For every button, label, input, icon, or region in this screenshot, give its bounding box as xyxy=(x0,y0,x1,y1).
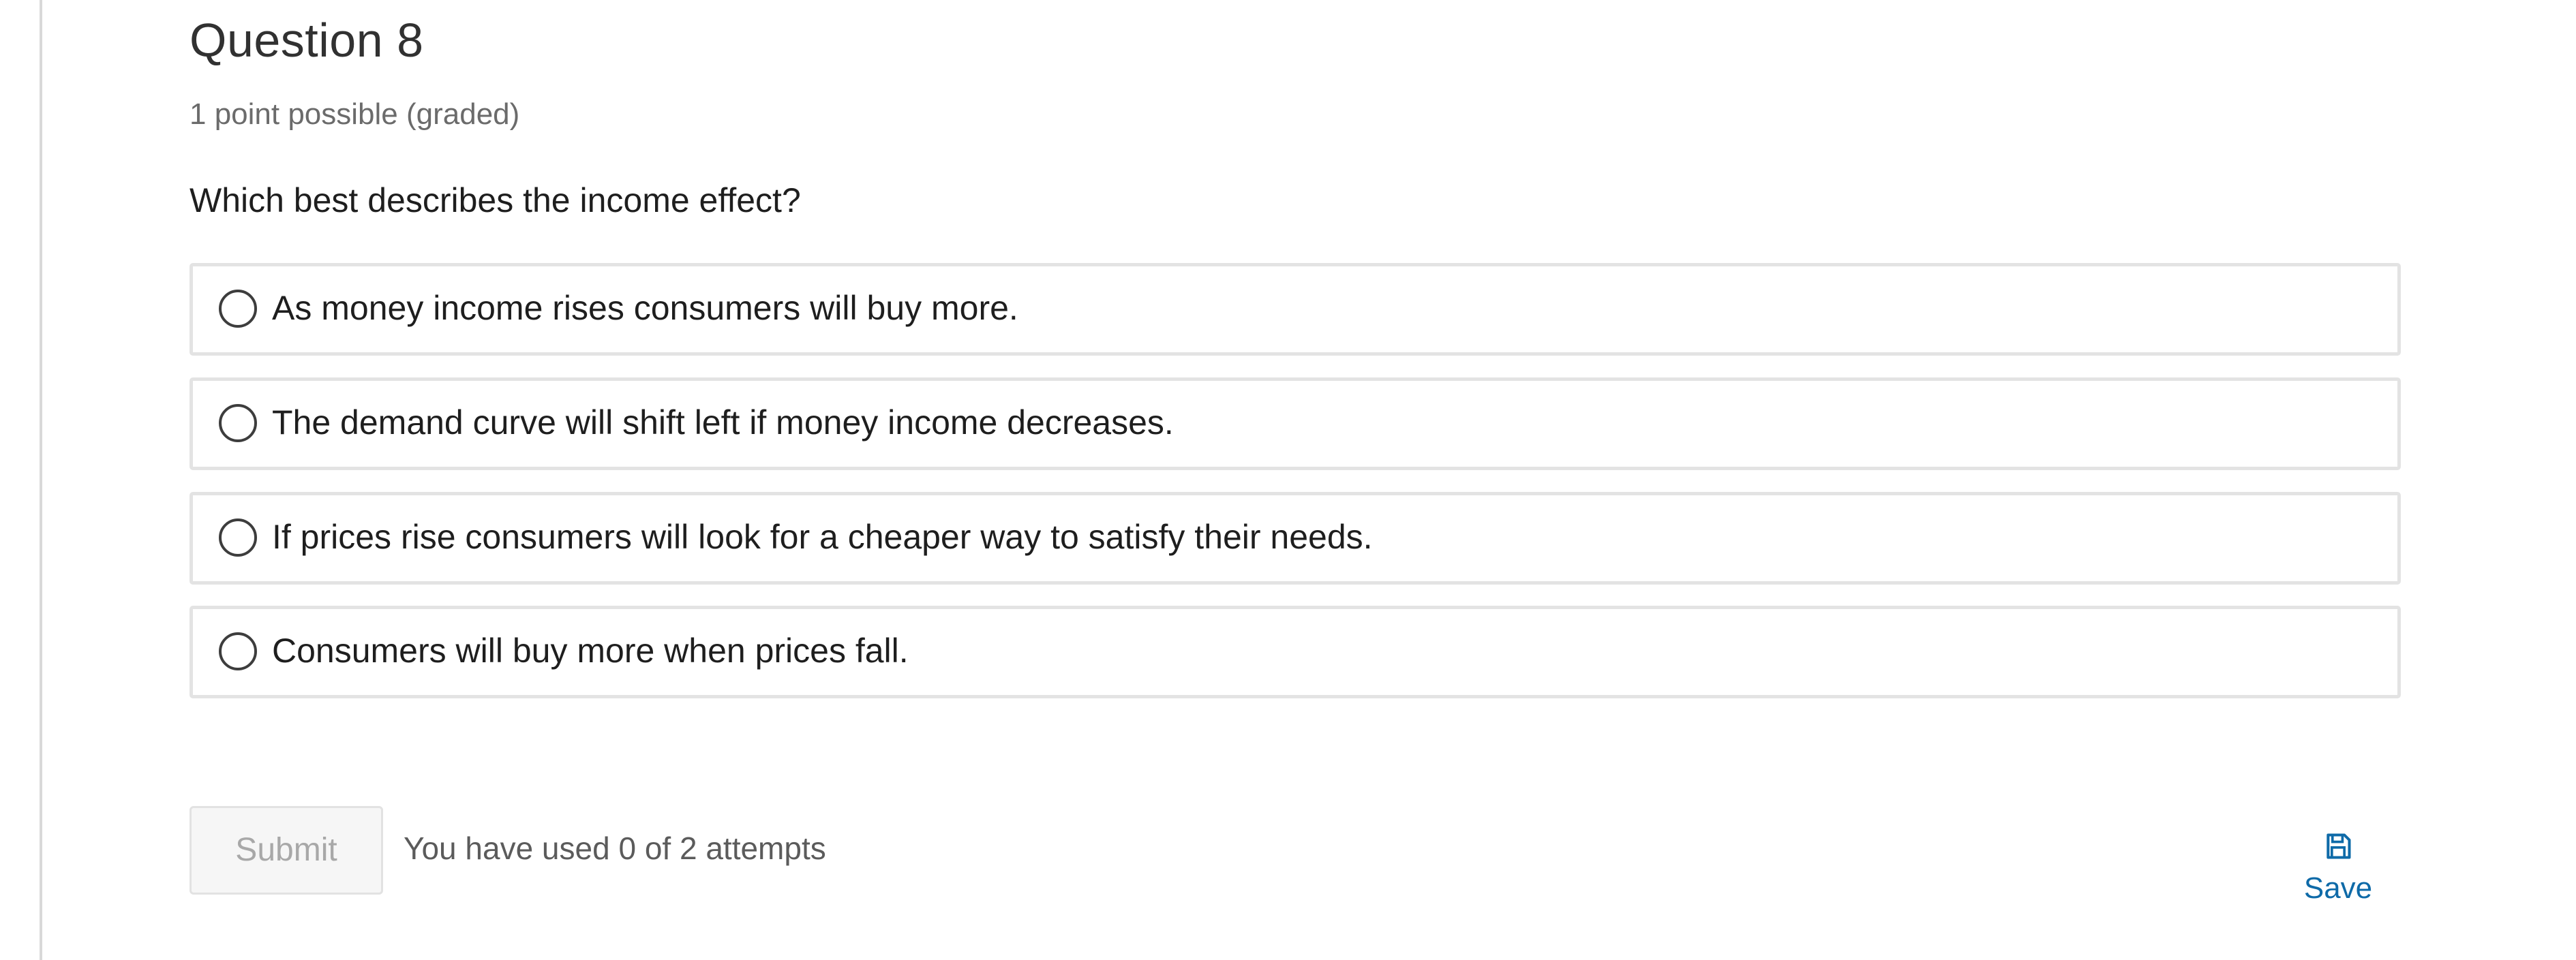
submit-button[interactable]: Submit xyxy=(190,806,383,895)
problem-page: Question 8 1 point possible (graded) Whi… xyxy=(0,0,2576,960)
question-prompt: Which best describes the income effect? xyxy=(190,181,801,219)
save-label: Save xyxy=(2303,871,2373,905)
answer-option-label: The demand curve will shift left if mone… xyxy=(272,403,1174,442)
save-button[interactable]: Save xyxy=(2290,831,2386,913)
radio-button[interactable] xyxy=(219,404,257,442)
answer-option[interactable]: As money income rises consumers will buy… xyxy=(190,263,2401,356)
attempts-status: You have used 0 of 2 attempts xyxy=(404,831,826,866)
floppy-disk-icon xyxy=(2327,833,2351,859)
radio-button[interactable] xyxy=(219,290,257,328)
answer-option-label: Consumers will buy more when prices fall… xyxy=(272,632,909,670)
answer-option[interactable]: If prices rise consumers will look for a… xyxy=(190,492,2401,585)
answer-option[interactable]: Consumers will buy more when prices fall… xyxy=(190,606,2401,698)
answer-option[interactable]: The demand curve will shift left if mone… xyxy=(190,377,2401,470)
question-title: Question 8 xyxy=(190,14,424,67)
radio-button[interactable] xyxy=(219,518,257,557)
radio-button[interactable] xyxy=(219,632,257,670)
answer-option-label: If prices rise consumers will look for a… xyxy=(272,518,1373,556)
content-left-border xyxy=(40,0,42,960)
answer-option-label: As money income rises consumers will buy… xyxy=(272,289,1018,327)
points-possible: 1 point possible (graded) xyxy=(190,97,520,131)
